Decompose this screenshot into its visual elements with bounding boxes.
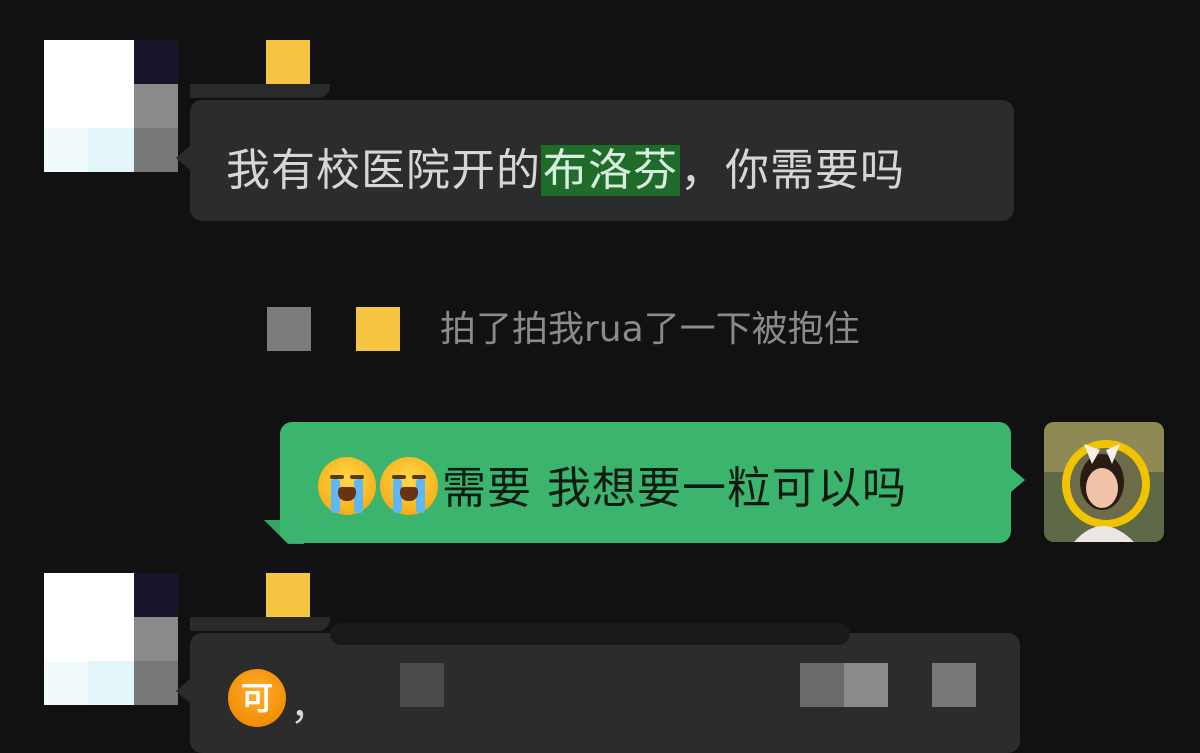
mosaic-cell	[134, 84, 178, 128]
mosaic-cell	[44, 40, 134, 128]
ke-emoji-icon: 可	[228, 669, 286, 727]
mosaic-cell	[88, 661, 134, 705]
message-text: 我有校医院开的布洛芬，你需要吗	[226, 134, 905, 198]
sender-name-pixelated	[190, 617, 330, 631]
highlighted-text: 布洛芬	[541, 145, 680, 196]
mosaic-cell	[44, 661, 88, 705]
sender-name-pixelated	[190, 84, 330, 98]
sender-avatar-pixelated[interactable]	[44, 40, 178, 172]
mosaic-cell	[134, 40, 178, 84]
mosaic-cell	[134, 661, 178, 705]
user-avatar[interactable]	[1044, 422, 1164, 542]
sender-name-pixelated	[266, 573, 310, 617]
mosaic-cell	[800, 663, 844, 707]
mosaic-cell	[134, 617, 178, 661]
sender-name-pixelated	[266, 40, 310, 84]
message-text: 需要 我想要一粒可以吗	[442, 463, 907, 514]
incoming-message-bubble[interactable]: 可 ，	[176, 623, 1020, 753]
crying-face-icon	[318, 457, 376, 515]
crying-face-icon	[380, 457, 438, 515]
outgoing-message-bubble[interactable]: 需要 我想要一粒可以吗	[280, 422, 1025, 543]
message-text-part: ，你需要吗	[680, 145, 905, 196]
mosaic-cell	[844, 663, 888, 707]
mosaic-cell	[88, 128, 134, 172]
pat-notice-avatar-pixelated	[267, 307, 311, 351]
mosaic-cell	[134, 573, 178, 617]
mosaic-cell	[44, 128, 88, 172]
pat-notice-name-pixelated	[356, 307, 400, 351]
pat-notice-text: 拍了拍我rua了一下被抱住	[440, 309, 860, 350]
avatar-photo-icon	[1044, 422, 1164, 542]
reply-content: 需要 我想要一粒可以吗	[318, 452, 907, 516]
mosaic-cell	[932, 663, 976, 707]
mosaic-cell	[44, 573, 134, 661]
mosaic-cell	[400, 663, 444, 707]
sender-avatar-pixelated[interactable]	[44, 573, 178, 705]
message-text-part: 我有校医院开的	[226, 145, 541, 196]
incoming-message-bubble[interactable]: 我有校医院开的布洛芬，你需要吗	[176, 100, 1014, 221]
message-text: ，	[290, 683, 331, 729]
mosaic-cell	[134, 128, 178, 172]
redaction-scribble	[330, 623, 850, 645]
